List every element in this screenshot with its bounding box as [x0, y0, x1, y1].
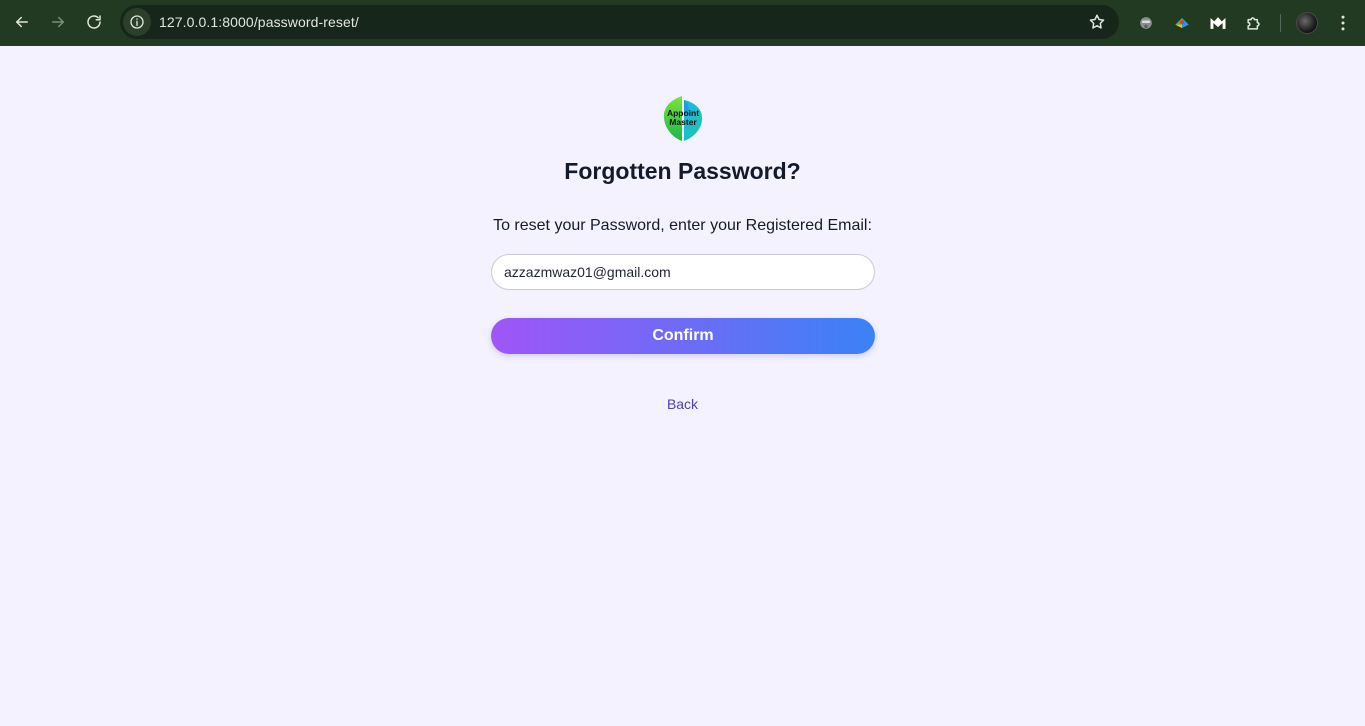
extensions-menu-button[interactable]	[1236, 6, 1272, 40]
instruction-text: To reset your Password, enter your Regis…	[493, 217, 872, 234]
address-bar[interactable]: 127.0.0.1:8000/password-reset/	[120, 5, 1119, 39]
site-info-button[interactable]	[123, 8, 151, 36]
back-button[interactable]	[4, 4, 40, 40]
profile-button[interactable]	[1289, 6, 1325, 40]
confirm-button[interactable]: Confirm	[491, 318, 875, 354]
colorful-extension-icon	[1175, 18, 1189, 28]
avatar	[1296, 12, 1318, 34]
ghost-extension-icon	[1140, 17, 1152, 29]
back-link-container: Back	[0, 396, 1365, 412]
email-field[interactable]	[491, 254, 875, 290]
star-icon	[1089, 14, 1105, 29]
extension-button-2[interactable]	[1164, 6, 1200, 40]
logo-text-line-2: Master	[669, 117, 697, 127]
m-logo-icon	[1210, 17, 1226, 29]
puzzle-icon	[1247, 17, 1260, 30]
extension-button-3[interactable]	[1200, 6, 1236, 40]
extension-button-1[interactable]	[1128, 6, 1164, 40]
forward-button[interactable]	[40, 4, 76, 40]
back-link[interactable]: Back	[667, 396, 698, 412]
browser-toolbar: 127.0.0.1:8000/password-reset/	[0, 0, 1365, 46]
kebab-menu-icon	[1341, 15, 1345, 31]
bookmark-button[interactable]	[1087, 12, 1107, 32]
reload-button[interactable]	[76, 4, 112, 40]
info-icon	[130, 15, 144, 29]
arrow-right-icon	[52, 16, 64, 28]
browser-menu-button[interactable]	[1325, 6, 1361, 40]
extensions-area	[1128, 6, 1361, 40]
reload-icon	[87, 15, 101, 29]
page-content: Appoint Master Forgotten Password? To re…	[0, 46, 1365, 726]
appoint-master-logo: Appoint Master	[663, 96, 703, 141]
url-text[interactable]: 127.0.0.1:8000/password-reset/	[159, 14, 359, 30]
toolbar-divider	[1280, 14, 1281, 32]
arrow-left-icon	[16, 16, 28, 28]
page-title: Forgotten Password?	[564, 158, 801, 184]
